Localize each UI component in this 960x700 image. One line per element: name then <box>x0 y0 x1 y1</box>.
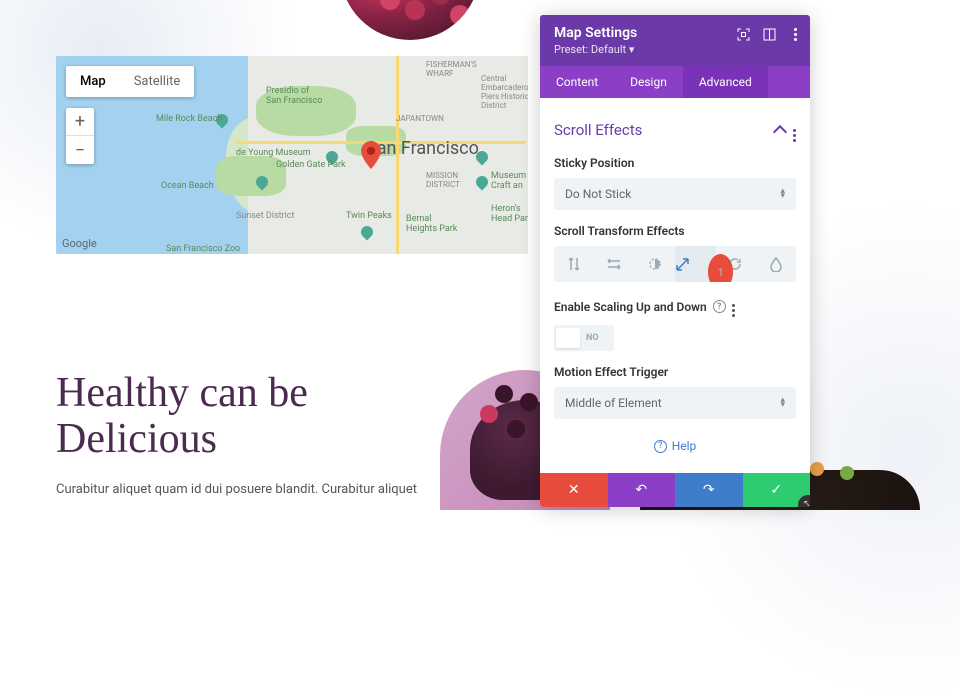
transform-effects-label: Scroll Transform Effects <box>554 224 796 238</box>
fade-icon[interactable] <box>635 246 675 282</box>
undo-button[interactable]: ↶ <box>608 473 676 507</box>
section-scroll-effects[interactable]: Scroll Effects <box>554 118 796 142</box>
panel-tabs: Content Design Advanced <box>540 66 810 98</box>
map-label-presidio: Presidio of San Francisco <box>266 86 322 106</box>
help-icon: ? <box>654 440 667 453</box>
sticky-position-label: Sticky Position <box>554 156 796 170</box>
trigger-select[interactable]: Middle of Element ▴▾ <box>554 387 796 419</box>
map-label-fishwharf: FISHERMAN'S WHARF <box>426 60 477 78</box>
scaling-toggle[interactable]: NO <box>554 325 614 351</box>
settings-panel: Map Settings Preset: Default ▾ Content D… <box>540 15 810 507</box>
map-label-deyoung: de Young Museum <box>236 148 311 158</box>
map-type-map[interactable]: Map <box>66 66 120 97</box>
hero-berry-image <box>340 0 480 40</box>
map-label-mission: MISSION DISTRICT <box>426 171 460 189</box>
help-link[interactable]: ? Help <box>554 439 796 453</box>
scaling-toggle-label: Enable Scaling Up and Down ? <box>554 296 796 317</box>
map-label-embarc: Central Embarcadero Piers Historic Distr… <box>481 74 528 110</box>
map-label-japantown: JAPANTOWN <box>396 114 444 123</box>
sticky-position-select[interactable]: Do Not Stick ▴▾ <box>554 178 796 210</box>
page-body-text: Curabitur aliquet quam id dui posuere bl… <box>56 480 456 501</box>
trigger-label: Motion Effect Trigger <box>554 365 796 379</box>
map-label-craft: Museum Craft an <box>491 171 526 191</box>
chevron-up-icon[interactable] <box>773 125 787 139</box>
tab-advanced[interactable]: Advanced <box>683 66 768 98</box>
map-city-label: San Francisco <box>366 138 479 159</box>
map-type-satellite[interactable]: Satellite <box>120 66 195 97</box>
map-label-headpar: Heron's Head Par <box>491 204 528 224</box>
snap-icon[interactable] <box>762 27 776 41</box>
vertical-motion-icon[interactable] <box>554 246 594 282</box>
map-label-twinpeaks: Twin Peaks <box>346 211 392 221</box>
map-label-sunset: Sunset District <box>236 211 294 221</box>
scaling-icon[interactable]: 1 <box>675 246 715 282</box>
select-arrow-icon: ▴▾ <box>780 189 785 200</box>
map-label-milerock: Mile Rock Beach <box>156 114 222 124</box>
field-more-icon[interactable] <box>732 296 735 317</box>
zoom-control: + − <box>66 108 94 164</box>
help-icon[interactable]: ? <box>713 300 726 313</box>
transform-effects-group: 1 <box>554 246 796 282</box>
map-label-sfzoo: San Francisco Zoo <box>166 244 240 254</box>
map-label-bernal: Bernal Heights Park <box>406 214 457 234</box>
map-type-control: Map Satellite <box>66 66 194 97</box>
page-headline: Healthy can be Delicious <box>56 370 308 462</box>
panel-preset[interactable]: Preset: Default ▾ <box>554 43 796 56</box>
tab-content[interactable]: Content <box>540 66 614 98</box>
zoom-out-button[interactable]: − <box>66 136 94 164</box>
redo-button[interactable]: ↷ <box>675 473 743 507</box>
map-marker-icon <box>361 141 381 169</box>
more-icon[interactable] <box>788 27 802 41</box>
horizontal-motion-icon[interactable] <box>594 246 634 282</box>
close-button[interactable]: ✕ <box>540 473 608 507</box>
expand-icon[interactable] <box>736 27 750 41</box>
section-more-icon[interactable] <box>793 118 796 142</box>
select-arrow-icon: ▴▾ <box>780 398 785 409</box>
blur-icon[interactable] <box>756 246 796 282</box>
zoom-in-button[interactable]: + <box>66 108 94 136</box>
google-logo: Google <box>62 237 97 250</box>
map[interactable]: Presidio of San Francisco Mile Rock Beac… <box>56 56 528 254</box>
panel-header[interactable]: Map Settings Preset: Default ▾ <box>540 15 810 66</box>
map-label-ggpark: Golden Gate Park <box>276 160 346 170</box>
tab-design[interactable]: Design <box>614 66 683 98</box>
panel-footer: ✕ ↶ ↷ ✓ <box>540 473 810 507</box>
map-label-ocean: Ocean Beach <box>161 181 214 191</box>
